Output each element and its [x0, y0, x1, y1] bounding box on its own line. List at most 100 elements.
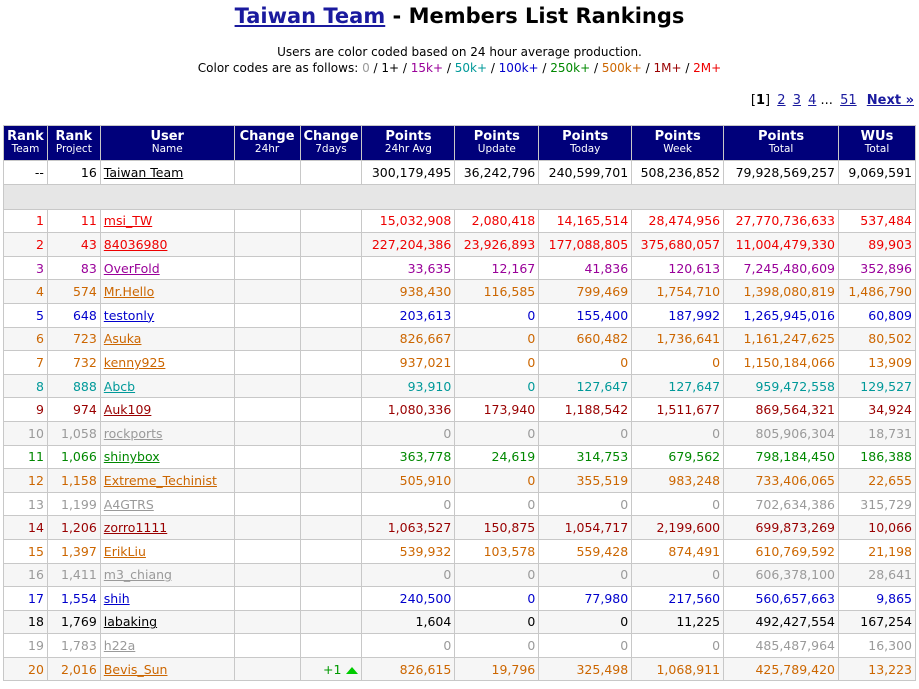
user-name-link[interactable]: kenny925 — [104, 355, 166, 370]
page-link-2[interactable]: 2 — [777, 93, 785, 108]
color-code-item: 0 — [362, 61, 370, 75]
user-name-cell[interactable]: rockports — [99, 420, 235, 446]
team-total-row: -- 16 Taiwan Team 300,179,495 36,242,796… — [3, 160, 916, 185]
user-name-cell[interactable]: Bevis_Sun — [99, 656, 235, 682]
user-name-cell[interactable]: testonly — [99, 302, 235, 328]
column-header[interactable]: Points Total — [723, 125, 839, 161]
points-today-cell: 660,482 — [538, 326, 633, 352]
user-name-cell[interactable]: msi_TW — [99, 208, 235, 234]
rank-project-cell: 1,397 — [46, 538, 101, 564]
user-name-link[interactable]: 84036980 — [104, 237, 168, 252]
user-name-link[interactable]: Bevis_Sun — [104, 662, 168, 677]
points-today-cell: 325,498 — [538, 656, 633, 682]
user-name-link[interactable]: A4GTRS — [104, 497, 154, 512]
points-total-cell: 7,245,480,609 — [723, 255, 839, 281]
points-total-cell: 702,634,386 — [723, 491, 839, 517]
user-name-cell[interactable]: shinybox — [99, 444, 235, 470]
user-name-link[interactable]: ErikLiu — [104, 544, 146, 559]
column-header-title: Points — [385, 129, 432, 144]
user-name-link[interactable]: Auk109 — [104, 402, 152, 417]
change-24hr-cell — [233, 586, 301, 611]
team-name-link[interactable]: Taiwan Team — [235, 4, 386, 28]
column-header-title: Change — [239, 129, 295, 144]
user-name-link[interactable]: rockports — [104, 426, 163, 441]
user-name-link[interactable]: testonly — [104, 308, 154, 323]
user-name-cell[interactable]: zorro1111 — [99, 515, 235, 540]
user-name-cell[interactable]: A4GTRS — [99, 491, 235, 517]
column-header[interactable]: User Name — [99, 125, 235, 161]
points-update-cell: 103,578 — [454, 538, 540, 564]
next-page-link[interactable]: Next » — [867, 93, 914, 108]
wus-total-cell: 129,527 — [838, 373, 916, 399]
user-name-cell[interactable]: shih — [99, 586, 235, 611]
rank-team-cell: 18 — [3, 609, 48, 635]
user-name-link[interactable]: h22a — [104, 638, 136, 653]
column-header-title: Points — [757, 129, 805, 144]
user-name-link[interactable]: zorro1111 — [104, 520, 167, 535]
user-name-cell[interactable]: ErikLiu — [99, 538, 235, 564]
page-link-4[interactable]: 4 — [808, 93, 816, 108]
user-name-link[interactable]: shinybox — [104, 449, 160, 464]
user-name-cell[interactable]: labaking — [99, 609, 235, 635]
change-24hr-cell — [233, 302, 301, 328]
user-name-link[interactable]: msi_TW — [104, 213, 152, 228]
page-link-3[interactable]: 3 — [793, 93, 801, 108]
column-header[interactable]: Points 24hr Avg — [361, 125, 456, 161]
color-code-separator: / — [443, 61, 455, 75]
points-24hr-avg-cell: 93,910 — [361, 373, 456, 399]
column-header[interactable]: Change 24hr — [233, 125, 301, 161]
user-name-cell[interactable]: m3_chiang — [99, 562, 235, 588]
column-header-title: Points — [654, 129, 701, 144]
table-header-row: Rank Team Rank Project User Name Change 24hr Cha… — [3, 125, 916, 161]
user-name-link[interactable]: labaking — [104, 614, 157, 629]
user-name-cell[interactable]: Extreme_Techinist — [99, 468, 235, 493]
column-header[interactable]: Rank Team — [3, 125, 48, 161]
points-update-cell: 0 — [454, 373, 540, 399]
column-header[interactable]: Points Today — [538, 125, 633, 161]
wus-total-cell: 10,066 — [838, 515, 916, 540]
column-header[interactable]: Rank Project — [46, 125, 101, 161]
column-header[interactable]: Change 7days — [299, 125, 363, 161]
page-link-last[interactable]: 51 — [840, 93, 857, 108]
user-name-cell[interactable]: OverFold — [99, 255, 235, 281]
team-name-cell[interactable]: Taiwan Team — [99, 160, 235, 185]
points-week-cell: 679,562 — [631, 444, 725, 470]
column-header[interactable]: Points Week — [631, 125, 725, 161]
user-name-cell[interactable]: Auk109 — [99, 397, 235, 422]
table-row: 3 83 OverFold 33,635 12,167 41,836 120,613 7,24… — [3, 255, 916, 281]
points-today-cell: 1,054,717 — [538, 515, 633, 540]
table-row: 19 1,783 h22a 0 0 0 0 485,487,964 16,300 — [3, 633, 916, 658]
page-current: 1 — [756, 93, 766, 108]
points-today-cell: 0 — [538, 609, 633, 635]
user-name-link[interactable]: Mr.Hello — [104, 284, 154, 299]
user-name-cell[interactable]: Asuka — [99, 326, 235, 352]
column-header[interactable]: WUs Total — [838, 125, 916, 161]
user-name-link[interactable]: m3_chiang — [104, 567, 172, 582]
column-header-subtitle: Project — [55, 143, 92, 155]
change-7days-cell — [299, 609, 363, 635]
wus-total-cell: 537,484 — [838, 208, 916, 234]
user-name-cell[interactable]: Mr.Hello — [99, 279, 235, 304]
user-name-cell[interactable]: kenny925 — [99, 350, 235, 375]
user-name-link[interactable]: Abcb — [104, 379, 135, 394]
change-7days-cell — [299, 586, 363, 611]
user-name-link[interactable]: Extreme_Techinist — [104, 473, 217, 488]
change-24hr-cell — [233, 373, 301, 399]
column-header-title: Points — [473, 129, 520, 144]
user-name-cell[interactable]: h22a — [99, 633, 235, 658]
points-week-cell: 2,199,600 — [631, 515, 725, 540]
change-7days-cell — [299, 397, 363, 422]
page-title: Taiwan Team - Members List Rankings — [0, 4, 919, 32]
column-header[interactable]: Points Update — [454, 125, 540, 161]
table-row: 18 1,769 labaking 1,604 0 0 11,225 492,427,554 1… — [3, 609, 916, 635]
table-row: 2 43 84036980 227,204,386 23,926,893 177,088,… — [3, 232, 916, 257]
team-name[interactable]: Taiwan Team — [104, 165, 184, 180]
rank-project-cell: 732 — [46, 350, 101, 375]
change-7days-cell: +1 — [299, 656, 363, 682]
user-name-link[interactable]: OverFold — [104, 261, 160, 276]
table-row: 13 1,199 A4GTRS 0 0 0 0 702,634,386 315,729 — [3, 491, 916, 517]
user-name-link[interactable]: Asuka — [104, 331, 142, 346]
user-name-cell[interactable]: Abcb — [99, 373, 235, 399]
user-name-link[interactable]: shih — [104, 591, 130, 606]
user-name-cell[interactable]: 84036980 — [99, 232, 235, 257]
